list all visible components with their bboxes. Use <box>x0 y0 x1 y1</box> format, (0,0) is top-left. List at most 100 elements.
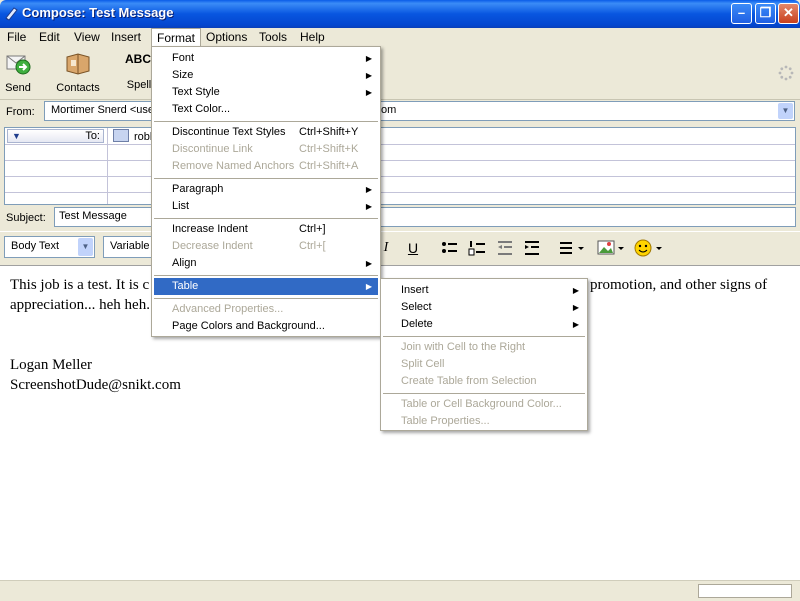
send-icon <box>6 55 31 75</box>
menu-insert[interactable]: Insert <box>106 30 146 45</box>
format-menu-increase-indent[interactable]: Increase Indent Ctrl+] <box>154 221 378 238</box>
format-menu-list[interactable]: List ▶ <box>154 198 378 215</box>
decrease-indent-icon[interactable] <box>496 239 514 257</box>
format-menu-text-color[interactable]: Text Color... <box>154 101 378 118</box>
format-menu-discontinue-link[interactable]: Discontinue Link Ctrl+Shift+K <box>154 141 378 158</box>
activity-throbber-icon <box>778 65 794 81</box>
from-label: From: <box>6 106 35 118</box>
body-line-1-start: This job is a test. It is c <box>10 277 150 293</box>
maximize-button[interactable]: ❐ <box>755 3 776 24</box>
menu-format[interactable]: Format <box>151 28 202 47</box>
to-label: To: <box>85 130 100 142</box>
submenu-arrow-icon: ▶ <box>572 320 579 329</box>
menu-separator <box>383 336 585 337</box>
submenu-arrow-icon: ▶ <box>365 71 372 80</box>
from-value-tail: om <box>381 104 397 116</box>
menu-separator <box>154 178 378 179</box>
from-value: Mortimer Snerd <use <box>51 104 155 116</box>
send-button[interactable]: Send <box>4 51 32 94</box>
recipient-row[interactable]: ▼ To: robb <box>5 128 795 145</box>
menu-separator <box>383 393 585 394</box>
menu-help[interactable]: Help <box>295 30 330 45</box>
compose-app-icon <box>5 7 18 21</box>
format-menu-table[interactable]: Table ▶ <box>154 278 378 295</box>
italic-button[interactable]: I <box>381 239 391 257</box>
recipient-row-empty[interactable] <box>5 144 795 161</box>
recipient-type-select[interactable]: ▼ To: <box>7 129 104 143</box>
menu-separator <box>154 298 378 299</box>
subject-label: Subject: <box>6 212 46 224</box>
format-menu-size[interactable]: Size ▶ <box>154 67 378 84</box>
chevron-down-icon[interactable]: ▼ <box>778 103 793 119</box>
signature-email: ScreenshotDude@snikt.com <box>10 377 181 393</box>
format-menu-paragraph[interactable]: Paragraph ▶ <box>154 181 378 198</box>
recipient-row-empty[interactable] <box>5 160 795 177</box>
format-menu-advanced-properties[interactable]: Advanced Properties... <box>154 301 378 318</box>
submenu-arrow-icon: ▶ <box>365 88 372 97</box>
spellcheck-icon: ABC <box>125 52 151 66</box>
to-address-input[interactable]: robb <box>113 129 156 143</box>
main-toolbar: Send Contacts ABC Spell <box>0 47 800 100</box>
menu-tools[interactable]: Tools <box>254 30 292 45</box>
contacts-button[interactable]: Contacts <box>54 51 102 94</box>
insert-image-icon[interactable] <box>596 239 626 257</box>
send-label: Send <box>5 82 31 94</box>
format-menu-align[interactable]: Align ▶ <box>154 255 378 272</box>
close-button[interactable]: ✕ <box>778 3 799 24</box>
spell-button[interactable]: ABC Spell <box>124 51 154 91</box>
body-line-2: appreciation... heh heh. <box>10 297 150 313</box>
contacts-label: Contacts <box>56 82 100 94</box>
submenu-arrow-icon: ▶ <box>365 282 372 291</box>
status-progress-panel <box>698 584 792 598</box>
underline-button[interactable]: U <box>406 239 420 257</box>
submenu-arrow-icon: ▶ <box>365 185 372 194</box>
minimize-button[interactable]: – <box>731 3 752 24</box>
body-line-1-end: promotion, and other signs of <box>590 277 768 293</box>
address-card-icon <box>113 129 129 142</box>
bullet-list-icon[interactable] <box>440 239 458 257</box>
signature-name: Logan Meller <box>10 357 93 373</box>
table-menu-split-cell[interactable]: Split Cell <box>383 356 585 373</box>
menu-view[interactable]: View <box>69 30 105 45</box>
paragraph-style-value: Body Text <box>11 240 60 252</box>
menu-separator <box>154 275 378 276</box>
format-menu-page-colors[interactable]: Page Colors and Background... <box>154 318 378 335</box>
address-book-icon <box>66 53 90 75</box>
submenu-arrow-icon: ▶ <box>365 202 372 211</box>
submenu-arrow-icon: ▶ <box>365 259 372 268</box>
menu-file[interactable]: File <box>2 30 31 45</box>
paragraph-style-select[interactable]: Body Text ▼ <box>4 236 95 258</box>
table-menu-join-cell[interactable]: Join with Cell to the Right <box>383 339 585 356</box>
recipient-row-empty[interactable] <box>5 176 795 193</box>
format-menu-remove-named-anchors[interactable]: Remove Named Anchors Ctrl+Shift+A <box>154 158 378 175</box>
increase-indent-icon[interactable] <box>523 239 541 257</box>
format-menu-decrease-indent[interactable]: Decrease Indent Ctrl+[ <box>154 238 378 255</box>
title-bar[interactable]: Compose: Test Message – ❐ ✕ <box>0 0 800 28</box>
chevron-down-icon: ▼ <box>78 238 93 256</box>
format-menu-discontinue-text-styles[interactable]: Discontinue Text Styles Ctrl+Shift+Y <box>154 124 378 141</box>
table-menu-background-color[interactable]: Table or Cell Background Color... <box>383 396 585 413</box>
format-menu-text-style[interactable]: Text Style ▶ <box>154 84 378 101</box>
status-bar <box>0 580 800 601</box>
format-menu-font[interactable]: Font ▶ <box>154 50 378 67</box>
numbered-list-icon[interactable] <box>468 239 486 257</box>
spell-label: Spell <box>126 79 152 91</box>
table-menu-select[interactable]: Select ▶ <box>383 299 585 316</box>
menu-edit[interactable]: Edit <box>34 30 65 45</box>
align-menu-icon[interactable] <box>558 239 586 257</box>
submenu-arrow-icon: ▶ <box>572 303 579 312</box>
format-menu: Font ▶ Size ▶ Text Style ▶ Text Color... Di… <box>151 46 381 337</box>
format-toolbar: Body Text ▼ Variable I U <box>0 231 800 264</box>
table-menu-create-from-selection[interactable]: Create Table from Selection <box>383 373 585 390</box>
table-menu-insert[interactable]: Insert ▶ <box>383 282 585 299</box>
table-submenu: Insert ▶ Select ▶ Delete ▶ Join with Cell t… <box>380 278 588 431</box>
window-title: Compose: Test Message <box>22 5 174 20</box>
table-menu-delete[interactable]: Delete ▶ <box>383 316 585 333</box>
table-menu-table-properties[interactable]: Table Properties... <box>383 413 585 430</box>
smiley-icon[interactable] <box>634 239 664 257</box>
menu-separator <box>154 218 378 219</box>
font-value: Variable <box>110 240 150 252</box>
recipient-column-divider <box>107 128 108 204</box>
recipient-list[interactable]: ▼ To: robb <box>4 127 796 205</box>
menu-options[interactable]: Options <box>201 30 252 45</box>
